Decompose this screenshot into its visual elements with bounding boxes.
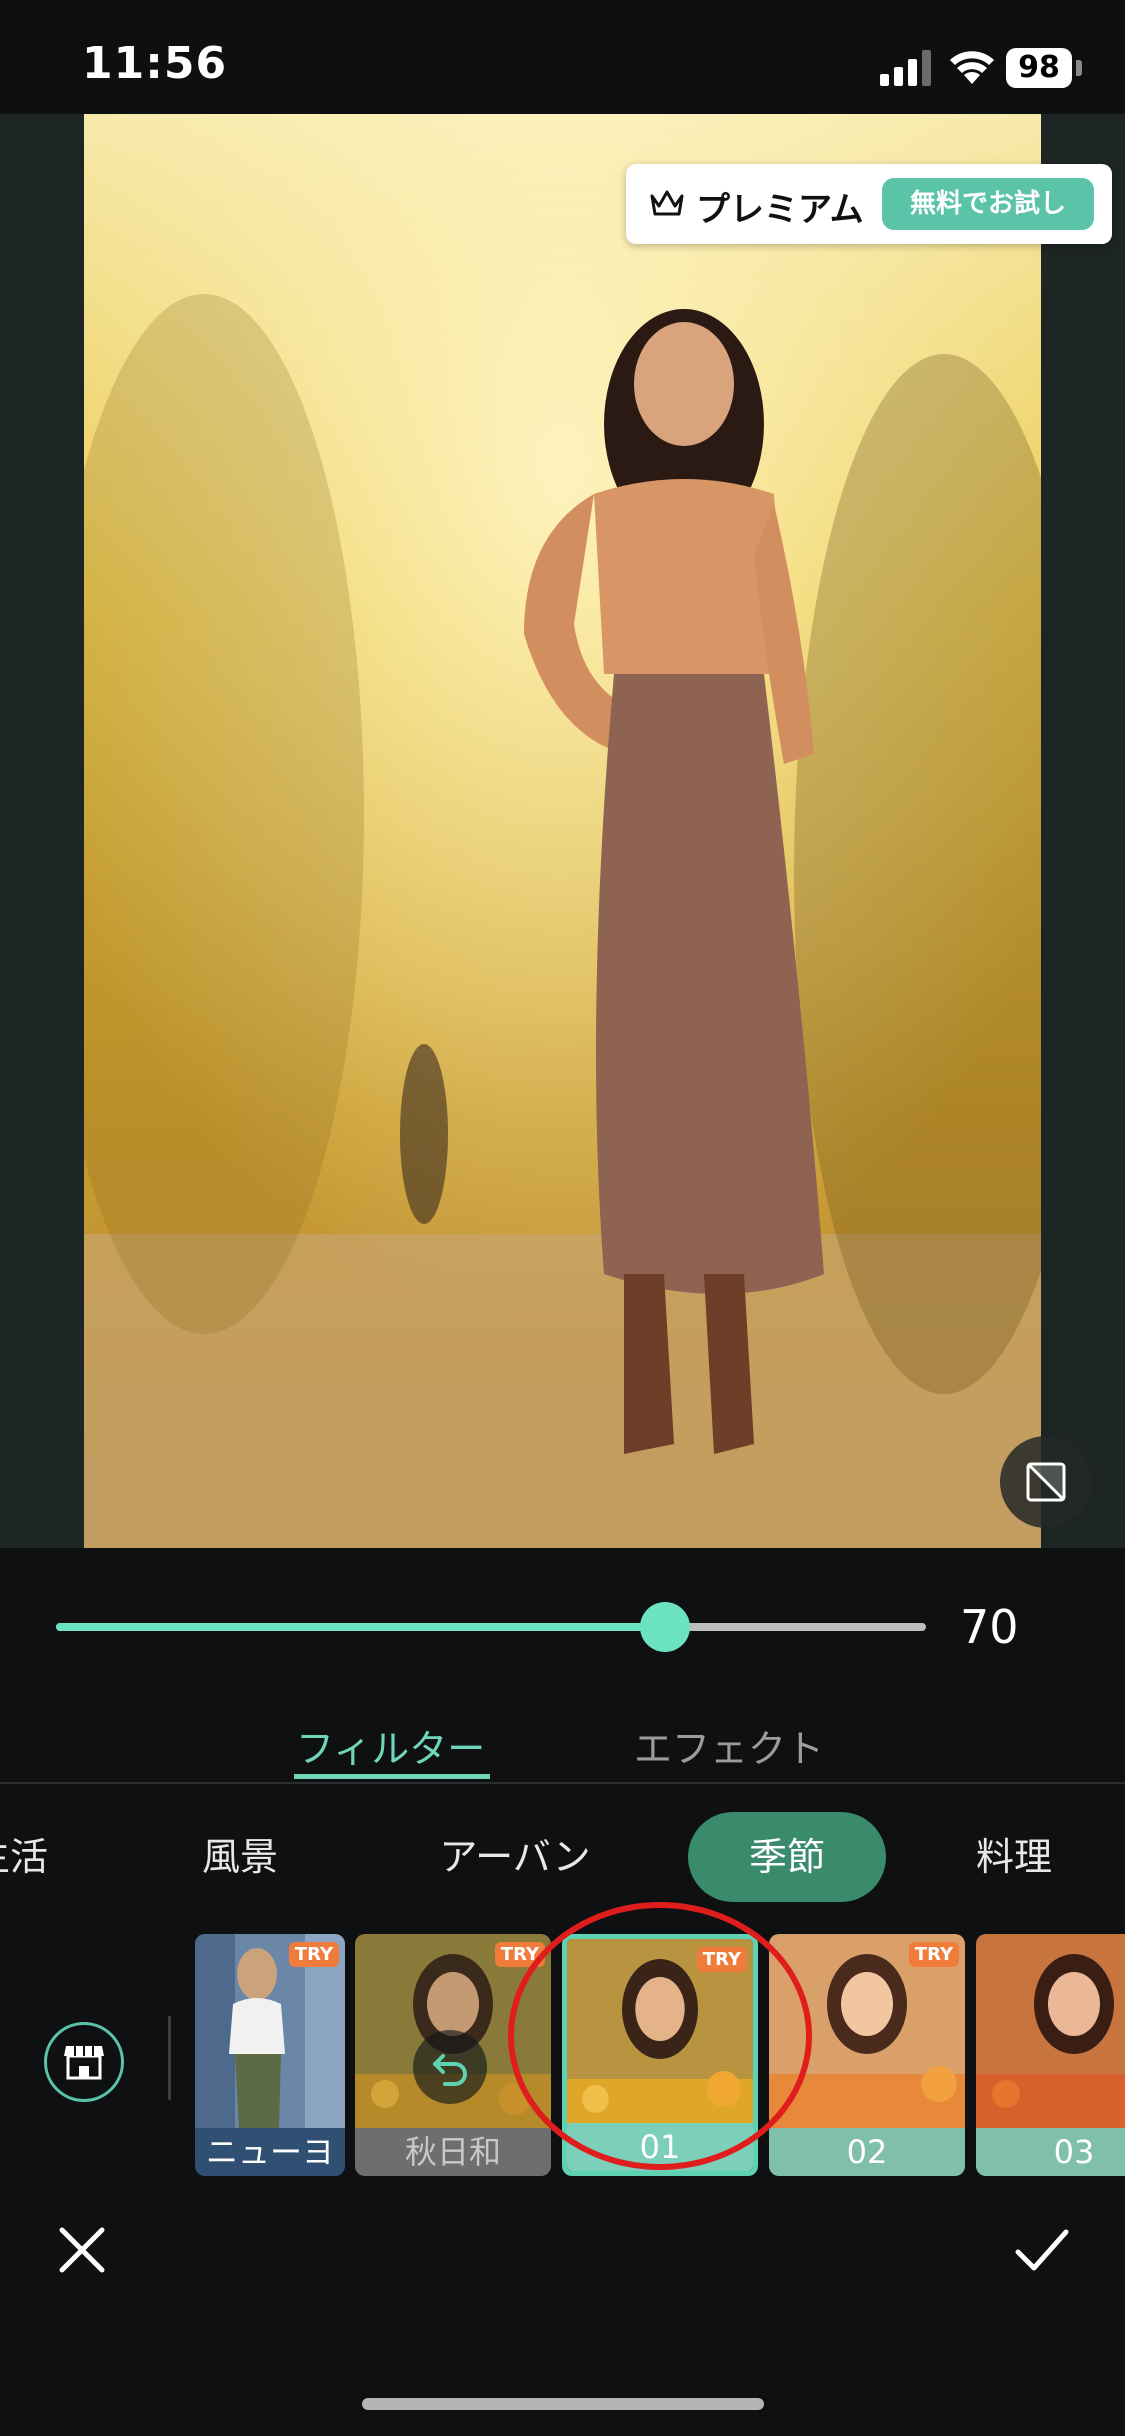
category-scenery[interactable]: 風景 [180,1812,300,1902]
undo-icon [433,2054,467,2086]
category-season[interactable]: 季節 [688,1812,886,1902]
thumbnail-separator [168,2016,171,2100]
battery-tip [1076,60,1082,76]
filter-label: 秋日和 [355,2128,551,2176]
tab-filter[interactable]: フィルター [296,1718,485,1773]
slider-knob[interactable] [640,1602,690,1652]
home-indicator [362,2398,764,2410]
premium-banner[interactable]: プレミアム 無料でお試し [626,164,1112,244]
filter-store-button[interactable] [44,2022,124,2102]
undo-button[interactable] [413,2030,487,2104]
crown-icon [650,190,684,216]
filter-label: ニューヨーク [195,2128,345,2176]
filter-categories: 生活 風景 アーバン 季節 料理 [0,1812,1125,1904]
compare-icon [1026,1462,1066,1502]
status-bar: 11:56 98 [0,0,1125,114]
filter-label: 03 [976,2128,1125,2176]
battery-level: 98 [1006,48,1072,88]
close-icon[interactable] [52,2220,112,2280]
edited-photo [84,114,1041,1548]
slider-fill [56,1623,665,1631]
active-tab-indicator [294,1774,490,1779]
free-trial-button[interactable]: 無料でお試し [882,178,1094,230]
check-icon[interactable] [1012,2220,1072,2280]
category-food[interactable]: 料理 [952,1812,1076,1902]
store-icon [64,2046,104,2080]
highlight-circle [508,1902,812,2170]
filter-thumb-newyork[interactable]: ニューヨーク TRY [195,1934,345,2176]
category-life[interactable]: 生活 [0,1812,60,1902]
premium-label: プレミアム [696,190,864,230]
status-time: 11:56 [82,38,228,89]
photo-stage: プレミアム 無料でお試し [0,114,1125,1548]
try-badge: TRY [288,1942,339,1967]
tab-effect[interactable]: エフェクト [634,1718,824,1773]
tab-divider [0,1782,1125,1784]
wifi-icon [950,51,994,84]
category-urban[interactable]: アーバン [420,1812,610,1902]
compare-button[interactable] [1000,1436,1092,1528]
cellular-signal-icon [880,50,931,86]
slider-value: 70 [960,1600,1019,1654]
intensity-slider[interactable] [56,1602,926,1652]
filter-thumb-03[interactable]: 03 [976,1934,1125,2176]
filter-label: 02 [769,2128,965,2176]
try-badge: TRY [908,1942,959,1967]
